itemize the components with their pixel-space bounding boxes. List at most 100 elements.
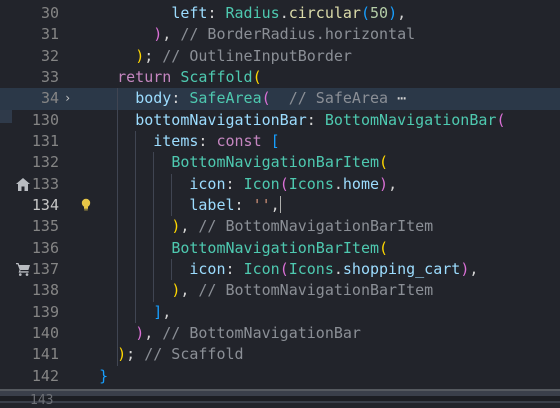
code-token: : bbox=[198, 131, 217, 150]
code-line[interactable]: 31 ), // BorderRadius.horizontal bbox=[0, 24, 560, 45]
indent-guide bbox=[171, 258, 172, 281]
code-token: ) bbox=[135, 323, 145, 342]
code-token: BottomNavigationBarItem bbox=[171, 153, 380, 172]
line-number: 141 bbox=[31, 345, 59, 364]
code-text: label: '', bbox=[81, 195, 282, 216]
code-text: ], bbox=[81, 302, 171, 323]
code-line[interactable]: 139 ], bbox=[0, 302, 560, 323]
code-token: : bbox=[225, 174, 244, 193]
code-token: ( bbox=[496, 110, 506, 129]
code-token: ( bbox=[279, 259, 289, 278]
code-token: , bbox=[469, 259, 479, 278]
line-number: 33 bbox=[40, 67, 59, 86]
code-token: ) bbox=[117, 345, 127, 364]
line-number: 132 bbox=[31, 153, 59, 172]
code-token: left bbox=[171, 4, 208, 22]
code-line[interactable]: 130 bottomNavigationBar: BottomNavigatio… bbox=[0, 110, 560, 131]
code-token: , bbox=[180, 217, 199, 236]
code-token: ) bbox=[460, 259, 470, 278]
chevron-right-icon[interactable]: › bbox=[64, 88, 76, 109]
line-number: 139 bbox=[31, 302, 59, 321]
code-token: // BottomNavigationBarItem bbox=[198, 217, 434, 236]
line-number: 138 bbox=[31, 281, 59, 300]
code-line[interactable]: 133 icon: Icon(Icons.home), bbox=[0, 174, 560, 195]
code-token: icon bbox=[189, 259, 226, 278]
code-token: const bbox=[216, 131, 262, 150]
code-line[interactable]: 136 BottomNavigationBarItem( bbox=[0, 238, 560, 259]
code-token: ( bbox=[379, 238, 389, 257]
code-token: home bbox=[342, 174, 380, 193]
code-token: // BottomNavigationBarItem bbox=[198, 281, 434, 300]
line-number: 135 bbox=[31, 217, 59, 236]
code-line[interactable]: 30 left: Radius.circular(50), bbox=[0, 3, 560, 24]
code-token: , bbox=[180, 281, 199, 300]
line-number: 142 bbox=[31, 366, 59, 385]
code-token: // Scaffold bbox=[144, 345, 244, 364]
line-number: 140 bbox=[31, 323, 59, 342]
code-line[interactable]: 138 ), // BottomNavigationBarItem bbox=[0, 280, 560, 301]
code-text: ), // BottomNavigationBar bbox=[81, 323, 361, 344]
code-text: ), // BorderRadius.horizontal bbox=[81, 24, 415, 45]
code-token: 50 bbox=[370, 4, 389, 22]
code-line[interactable]: 131 items: const [ bbox=[0, 131, 560, 152]
indent-guide bbox=[171, 173, 172, 217]
code-line[interactable]: 33 return Scaffold( bbox=[0, 67, 560, 88]
code-token: ) bbox=[388, 4, 398, 22]
line-number: 136 bbox=[31, 238, 59, 257]
code-editor[interactable]: 30 left: Radius.circular(50), 31 ), // Bo… bbox=[0, 0, 560, 401]
code-token: BottomNavigationBar bbox=[324, 110, 497, 129]
code-text: BottomNavigationBarItem( bbox=[81, 152, 388, 173]
code-token: } bbox=[99, 366, 109, 385]
code-token: BottomNavigationBarItem bbox=[171, 238, 380, 257]
code-token: Icon bbox=[243, 259, 280, 278]
code-line[interactable]: 34 › body: SafeArea( // SafeArea ⋯ bbox=[0, 88, 560, 110]
code-text: ); // Scaffold bbox=[81, 344, 244, 365]
code-line[interactable]: 135 ), // BottomNavigationBarItem bbox=[0, 216, 560, 237]
code-token: ) bbox=[171, 281, 181, 300]
code-token: [ bbox=[270, 131, 280, 150]
code-token: , bbox=[162, 302, 172, 321]
code-line[interactable]: 140 ), // BottomNavigationBar bbox=[0, 323, 560, 344]
code-token: ; bbox=[126, 345, 145, 364]
code-text: ); // OutlineInputBorder bbox=[81, 46, 352, 67]
code-line[interactable]: 141 ); // Scaffold bbox=[0, 344, 560, 365]
code-text: return Scaffold( bbox=[81, 67, 262, 88]
code-token: Icons bbox=[288, 174, 334, 193]
code-token: : bbox=[171, 89, 190, 108]
code-line[interactable]: 32 ); // OutlineInputBorder bbox=[0, 46, 560, 67]
code-token: items bbox=[153, 131, 199, 150]
code-token: return bbox=[117, 67, 172, 86]
code-line[interactable]: 132 BottomNavigationBarItem( bbox=[0, 152, 560, 173]
code-token: shopping_cart bbox=[342, 259, 461, 278]
code-token: : bbox=[306, 110, 325, 129]
code-token: icon bbox=[189, 174, 226, 193]
code-token: '' bbox=[252, 195, 271, 214]
code-line[interactable]: 142 } bbox=[0, 366, 560, 387]
code-token: // OutlineInputBorder bbox=[162, 46, 352, 65]
code-token: Icons bbox=[288, 259, 334, 278]
code-token: bottomNavigationBar bbox=[135, 110, 307, 129]
code-token: ( bbox=[379, 153, 389, 172]
code-line[interactable]: 137 icon: Icon(Icons.shopping_cart), bbox=[0, 259, 560, 280]
code-text: icon: Icon(Icons.home), bbox=[81, 174, 397, 195]
code-token: SafeArea bbox=[189, 89, 262, 108]
code-text: ), // BottomNavigationBarItem bbox=[81, 216, 433, 237]
code-text: ), // BottomNavigationBarItem bbox=[81, 280, 433, 301]
shopping-cart-icon bbox=[15, 259, 31, 280]
code-token: , bbox=[397, 4, 407, 22]
code-token: . bbox=[279, 4, 289, 22]
code-token: // BottomNavigationBar bbox=[162, 323, 361, 342]
code-token: . bbox=[333, 174, 343, 193]
code-line[interactable]: 134 label: '', bbox=[0, 195, 560, 216]
line-number: 134 bbox=[31, 195, 59, 214]
